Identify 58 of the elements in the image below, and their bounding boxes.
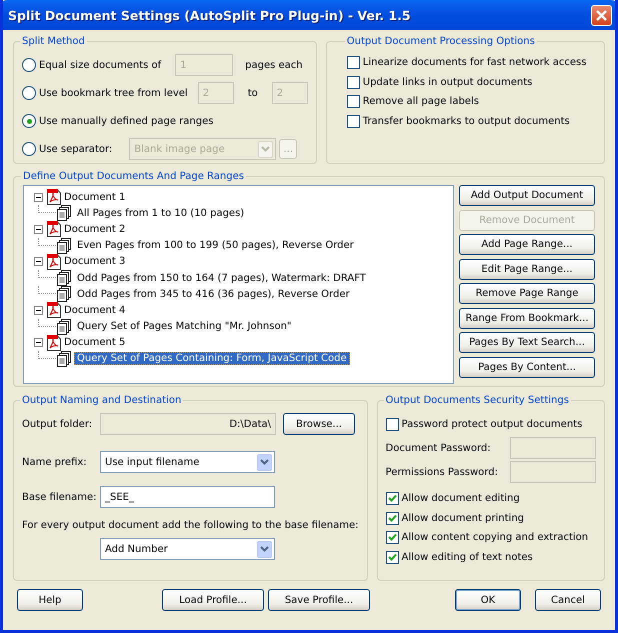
tree-item[interactable]: Odd Pages from 345 to 416 (36 pages), Reverse Order <box>74 288 353 301</box>
action-button[interactable]: Add Output Document <box>459 185 595 206</box>
help-button[interactable]: Help <box>17 589 83 611</box>
tree-item[interactable]: All Pages from 1 to 10 (10 pages) <box>74 206 248 220</box>
profile-button[interactable]: Load Profile... <box>162 589 264 611</box>
tree-item[interactable]: Document 2 <box>64 224 126 235</box>
group-title: Output Documents Security Settings <box>384 395 570 406</box>
checkbox-label[interactable]: Allow editing of text notes <box>402 552 533 563</box>
checkbox-label[interactable]: Allow document printing <box>402 512 524 524</box>
radio-label[interactable]: Equal size documents of <box>39 60 162 70</box>
dropdown-value: Blank image page <box>134 144 225 154</box>
field-label: Document Password: <box>386 442 491 454</box>
group-title: Output Naming and Destination <box>21 395 182 406</box>
checkbox-label[interactable]: Transfer bookmarks to output documents <box>362 116 570 127</box>
range-label: to <box>248 88 258 98</box>
field-label: Base filename: <box>22 492 98 502</box>
tree-item[interactable]: Query Set of Pages Matching "Mr. Johnson" <box>74 320 295 334</box>
field-label: Permissions Password: <box>386 466 498 478</box>
checkbox-label[interactable]: Password protect output documents <box>402 418 582 430</box>
dialog-button[interactable]: Cancel <box>535 589 601 611</box>
tree-item[interactable]: Even Pages from 100 to 199 (50 pages), Reverse Order <box>74 239 357 252</box>
group-title: Split Method <box>21 36 86 47</box>
radio-label[interactable]: Use manually defined page ranges <box>39 116 214 126</box>
checkbox-label[interactable]: Remove all page labels <box>362 96 479 108</box>
dialog-button[interactable]: OK <box>455 589 521 611</box>
group-title: Output Document Processing Options <box>346 36 536 47</box>
radio-label[interactable]: Use bookmark tree from level <box>39 88 188 98</box>
browse-button[interactable]: Browse... <box>283 413 355 435</box>
suffix-instruction: For every output document add the following to the base filename: <box>22 520 359 531</box>
checkbox-label[interactable]: Allow document editing <box>402 493 520 504</box>
checkbox-label[interactable]: Update links in output documents <box>362 76 532 88</box>
group-title: Define Output Documents And Page Ranges <box>22 171 245 182</box>
field-label: Output folder: <box>22 418 94 430</box>
dropdown-value: Add Number <box>105 544 168 554</box>
profile-button[interactable]: Save Profile... <box>268 589 370 611</box>
window-title: Split Document Settings (AutoSplit Pro Plug-in) - Ver. 1.5 <box>8 8 411 22</box>
radio-label[interactable]: Use separator: <box>39 144 112 154</box>
action-button[interactable]: Edit Page Range... <box>459 258 595 280</box>
tree-item[interactable]: Document 3 <box>64 256 126 268</box>
action-button[interactable]: Pages By Content... <box>459 356 595 378</box>
name-prefix-dropdown[interactable]: Use input filename <box>100 451 275 473</box>
tree-item[interactable]: Document 4 <box>64 304 126 316</box>
tree-item[interactable]: Document 5 <box>64 337 126 348</box>
output-folder-field[interactable]: D:\Data\ <box>100 413 276 435</box>
checkbox-label[interactable]: Linearize documents for fast network access <box>362 57 586 68</box>
tree-item[interactable]: Query Set of Pages Containing: Form, JavaScript Code <box>74 352 350 366</box>
checkbox-label[interactable]: Allow content copying and extraction <box>402 532 588 544</box>
action-button[interactable]: Range From Bookmark... <box>459 308 595 328</box>
field-suffix: pages each <box>245 60 303 70</box>
action-button[interactable]: Add Page Range... <box>459 234 595 255</box>
tree-item[interactable]: Document 1 <box>64 192 126 203</box>
field-label: Name prefix: <box>22 456 88 468</box>
tree-item[interactable]: Odd Pages from 150 to 164 (7 pages), Watermark: DRAFT <box>74 272 369 285</box>
action-button[interactable]: Pages By Text Search... <box>459 332 595 353</box>
dropdown-value: Use input filename <box>105 456 200 468</box>
suffix-dropdown[interactable]: Add Number <box>100 538 275 560</box>
base-filename-field[interactable]: _SEE_ <box>100 486 275 508</box>
action-button[interactable]: Remove Page Range <box>459 283 595 304</box>
